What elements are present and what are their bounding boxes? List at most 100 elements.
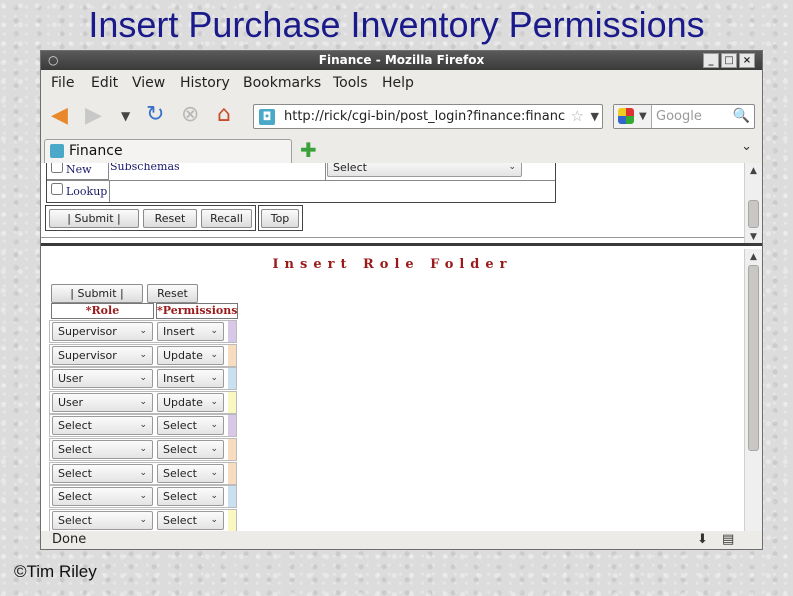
window-menu-icon[interactable]: ○ xyxy=(48,51,58,70)
permission-select[interactable]: Select ⌄ xyxy=(157,510,224,530)
bookmark-star-icon[interactable]: ☆ xyxy=(571,105,584,128)
new-checkbox[interactable] xyxy=(51,163,63,173)
tab-list-chevron-icon[interactable]: ⌄ xyxy=(741,139,752,154)
table-row: Select ⌄ Select ⌄ xyxy=(49,485,237,509)
bottom-frame-scrollbar[interactable]: ▲ xyxy=(744,249,762,531)
site-identity-icon[interactable]: ◘ xyxy=(259,109,275,125)
role-select-value: Select xyxy=(58,419,92,433)
download-icon[interactable]: ⬇ xyxy=(697,532,708,547)
role-select[interactable]: Supervisor ⌄ xyxy=(52,345,153,365)
scroll-thumb[interactable] xyxy=(748,200,759,228)
role-select-value: User xyxy=(58,395,84,409)
role-select-value: User xyxy=(58,372,84,386)
table-row: Supervisor ⌄ Update ⌄ xyxy=(49,343,237,367)
top-reset-button[interactable]: Reset xyxy=(143,209,197,228)
permission-select-value: Select xyxy=(163,513,197,527)
subschemas-label: Subschemas xyxy=(110,163,180,173)
role-select-value: Select xyxy=(58,513,92,527)
search-bar[interactable]: ▼ Google 🔍 xyxy=(613,104,755,129)
url-bar[interactable]: ◘ http://rick/cgi-bin/post_login?finance… xyxy=(253,104,603,129)
row-divider xyxy=(47,180,555,181)
submit-button[interactable]: | Submit | xyxy=(51,284,143,303)
scroll-up-icon[interactable]: ▲ xyxy=(745,249,762,265)
role-select[interactable]: Select ⌄ xyxy=(52,487,153,507)
scroll-up-icon[interactable]: ▲ xyxy=(745,163,762,179)
menu-help[interactable]: Help xyxy=(382,75,414,91)
search-icon[interactable]: 🔍 xyxy=(733,105,750,128)
page-content: New Subschemas Select ⌄ Lookup | Submit … xyxy=(41,163,762,531)
menu-tools[interactable]: Tools xyxy=(333,75,368,91)
permission-select[interactable]: Insert ⌄ xyxy=(157,322,224,341)
scroll-thumb[interactable] xyxy=(748,265,759,451)
menu-edit[interactable]: Edit xyxy=(91,75,118,91)
forward-icon[interactable]: ▶ xyxy=(85,103,102,129)
permission-select[interactable]: Update ⌄ xyxy=(157,392,224,412)
chevron-down-icon: ⌄ xyxy=(139,514,147,525)
new-tab-icon[interactable]: ✚ xyxy=(300,139,317,161)
top-submit-button[interactable]: | Submit | xyxy=(49,209,139,228)
menu-view[interactable]: View xyxy=(132,75,165,91)
maximize-button[interactable]: □ xyxy=(721,53,737,68)
history-dropdown-icon[interactable]: ▼ xyxy=(121,103,130,129)
subschemas-select[interactable]: Select ⌄ xyxy=(327,163,522,177)
reset-button[interactable]: Reset xyxy=(147,284,198,303)
role-select[interactable]: User ⌄ xyxy=(52,369,153,389)
search-engine-selector[interactable]: ▼ xyxy=(614,105,652,128)
new-label: New xyxy=(66,163,92,176)
permission-select[interactable]: Select ⌄ xyxy=(157,463,224,483)
close-button[interactable]: × xyxy=(739,53,755,68)
permission-select-value: Select xyxy=(163,419,197,433)
role-select[interactable]: User ⌄ xyxy=(52,392,153,412)
menu-bar: File Edit View History Bookmarks Tools H… xyxy=(41,73,762,95)
chevron-down-icon: ⌄ xyxy=(139,444,147,454)
bottom-frame: Insert Role Folder | Submit | Reset *Rol… xyxy=(41,249,762,531)
top-recall-button[interactable]: Recall xyxy=(201,209,252,228)
stop-icon[interactable]: ⊗ xyxy=(181,102,199,128)
permission-select-value: Insert xyxy=(163,372,195,386)
permission-select[interactable]: Insert ⌄ xyxy=(157,369,224,389)
back-icon[interactable]: ◀ xyxy=(51,103,68,129)
chevron-down-icon: ⌄ xyxy=(139,491,147,502)
lookup-label: Lookup xyxy=(66,185,108,198)
tab-label: Finance xyxy=(69,143,123,159)
reload-icon[interactable]: ↻ xyxy=(146,102,164,128)
table-row: Supervisor ⌄ Insert ⌄ xyxy=(49,320,237,343)
chevron-down-icon: ⌄ xyxy=(210,444,218,454)
permission-select[interactable]: Update ⌄ xyxy=(157,345,224,365)
table-row: User ⌄ Insert ⌄ xyxy=(49,367,237,391)
top-button[interactable]: Top xyxy=(261,209,299,228)
menu-history[interactable]: History xyxy=(180,75,230,91)
cell-divider xyxy=(325,163,326,180)
role-select[interactable]: Select ⌄ xyxy=(52,440,153,459)
table-row: Select ⌄ Select ⌄ xyxy=(49,414,237,438)
role-select[interactable]: Select ⌄ xyxy=(52,463,153,483)
notepad-icon[interactable]: ▤ xyxy=(722,532,734,547)
menu-bookmarks[interactable]: Bookmarks xyxy=(243,75,321,91)
browser-window: ○ Finance - Mozilla Firefox _ □ × File E… xyxy=(40,50,763,550)
role-select[interactable]: Supervisor ⌄ xyxy=(52,322,153,341)
url-dropdown-icon[interactable]: ▼ xyxy=(591,105,599,128)
permission-select[interactable]: Select ⌄ xyxy=(157,416,224,436)
google-icon xyxy=(618,108,634,124)
tab-finance[interactable]: Finance xyxy=(44,139,292,163)
permission-select[interactable]: Select ⌄ xyxy=(157,487,224,507)
table-row: Select ⌄ Select ⌄ xyxy=(49,461,237,485)
top-frame-scrollbar[interactable]: ▲ ▼ xyxy=(744,163,762,243)
permission-select[interactable]: Select ⌄ xyxy=(157,440,224,459)
subschema-table: New Subschemas Select ⌄ Lookup xyxy=(46,163,556,203)
menu-file[interactable]: File xyxy=(51,75,74,91)
lookup-checkbox[interactable] xyxy=(51,183,63,195)
role-column-header: *Role xyxy=(51,303,154,319)
role-select-value: Supervisor xyxy=(58,325,117,338)
permission-select-value: Insert xyxy=(163,325,195,338)
minimize-button[interactable]: _ xyxy=(703,53,719,68)
role-select[interactable]: Select ⌄ xyxy=(52,510,153,530)
top-frame: New Subschemas Select ⌄ Lookup | Submit … xyxy=(41,163,762,246)
home-icon[interactable]: ⌂ xyxy=(217,102,231,128)
table-row: User ⌄ Update ⌄ xyxy=(49,390,237,414)
role-select-value: Select xyxy=(58,466,92,480)
scroll-down-icon[interactable]: ▼ xyxy=(745,229,762,243)
role-select[interactable]: Select ⌄ xyxy=(52,416,153,436)
chevron-down-icon: ⌄ xyxy=(210,420,218,431)
subschemas-select-value: Select xyxy=(333,163,367,174)
